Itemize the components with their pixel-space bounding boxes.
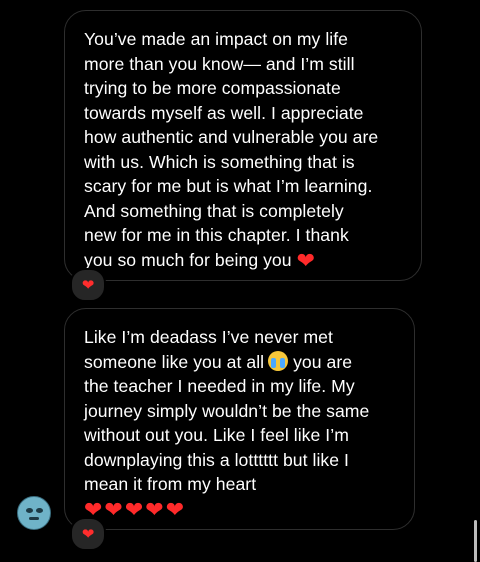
message-bubble[interactable]: You’ve made an impact on my life more th… xyxy=(64,10,422,281)
loudly-crying-face-icon xyxy=(268,350,289,371)
red-hearts-icon: ❤❤❤❤❤ xyxy=(84,496,187,522)
message-text-line: downplaying this a lotttttt but like I xyxy=(84,449,349,470)
message-text-line: Like I’m deadass I’ve never met xyxy=(84,327,333,347)
message-text-line: scary for me but is what I’m learning. xyxy=(84,176,373,196)
avatar[interactable] xyxy=(17,496,51,530)
message-text-fragment: someone like you at all xyxy=(84,351,265,372)
message-bubble[interactable]: Like I’m deadass I’ve never met someone … xyxy=(64,308,415,530)
message-text-line: more than you know— and I’m still xyxy=(84,53,355,74)
message-text-line: new for me in this chapter. I thank xyxy=(84,225,349,245)
message-text-line: trying to be more compassionate xyxy=(84,78,341,98)
message-text-line: mean it from my heart xyxy=(84,474,257,494)
message-text-line: how authentic and vulnerable you are xyxy=(84,127,379,147)
red-heart-icon: ❤ xyxy=(296,247,316,273)
message-text-line: with us. Which is something that is xyxy=(84,151,355,172)
message-text-line: journey simply wouldn’t be the same xyxy=(84,400,370,421)
message-text-line: without out you. Like I feel like I’m xyxy=(84,425,349,445)
message-text-line: the teacher I needed in my life. My xyxy=(84,376,355,396)
message-text-line: someone like you at all you are xyxy=(84,350,396,375)
message-text-line: you so much for being you ❤ xyxy=(84,248,403,273)
reaction-heart-icon[interactable]: ❤ xyxy=(70,268,106,302)
scrollbar[interactable] xyxy=(474,520,477,562)
message-text-line: towards myself as well. I appreciate xyxy=(84,102,364,123)
message-text-fragment: you are xyxy=(293,351,353,372)
avatar-mouth xyxy=(29,517,39,520)
avatar-eye xyxy=(36,508,43,513)
message-text-fragment: you so much for being you xyxy=(84,249,292,270)
message-text-line: You’ve made an impact on my life xyxy=(84,29,349,49)
reaction-heart-icon[interactable]: ❤ xyxy=(70,517,106,551)
message-text-line: And something that is completely xyxy=(84,200,344,221)
avatar-eye xyxy=(26,508,33,513)
